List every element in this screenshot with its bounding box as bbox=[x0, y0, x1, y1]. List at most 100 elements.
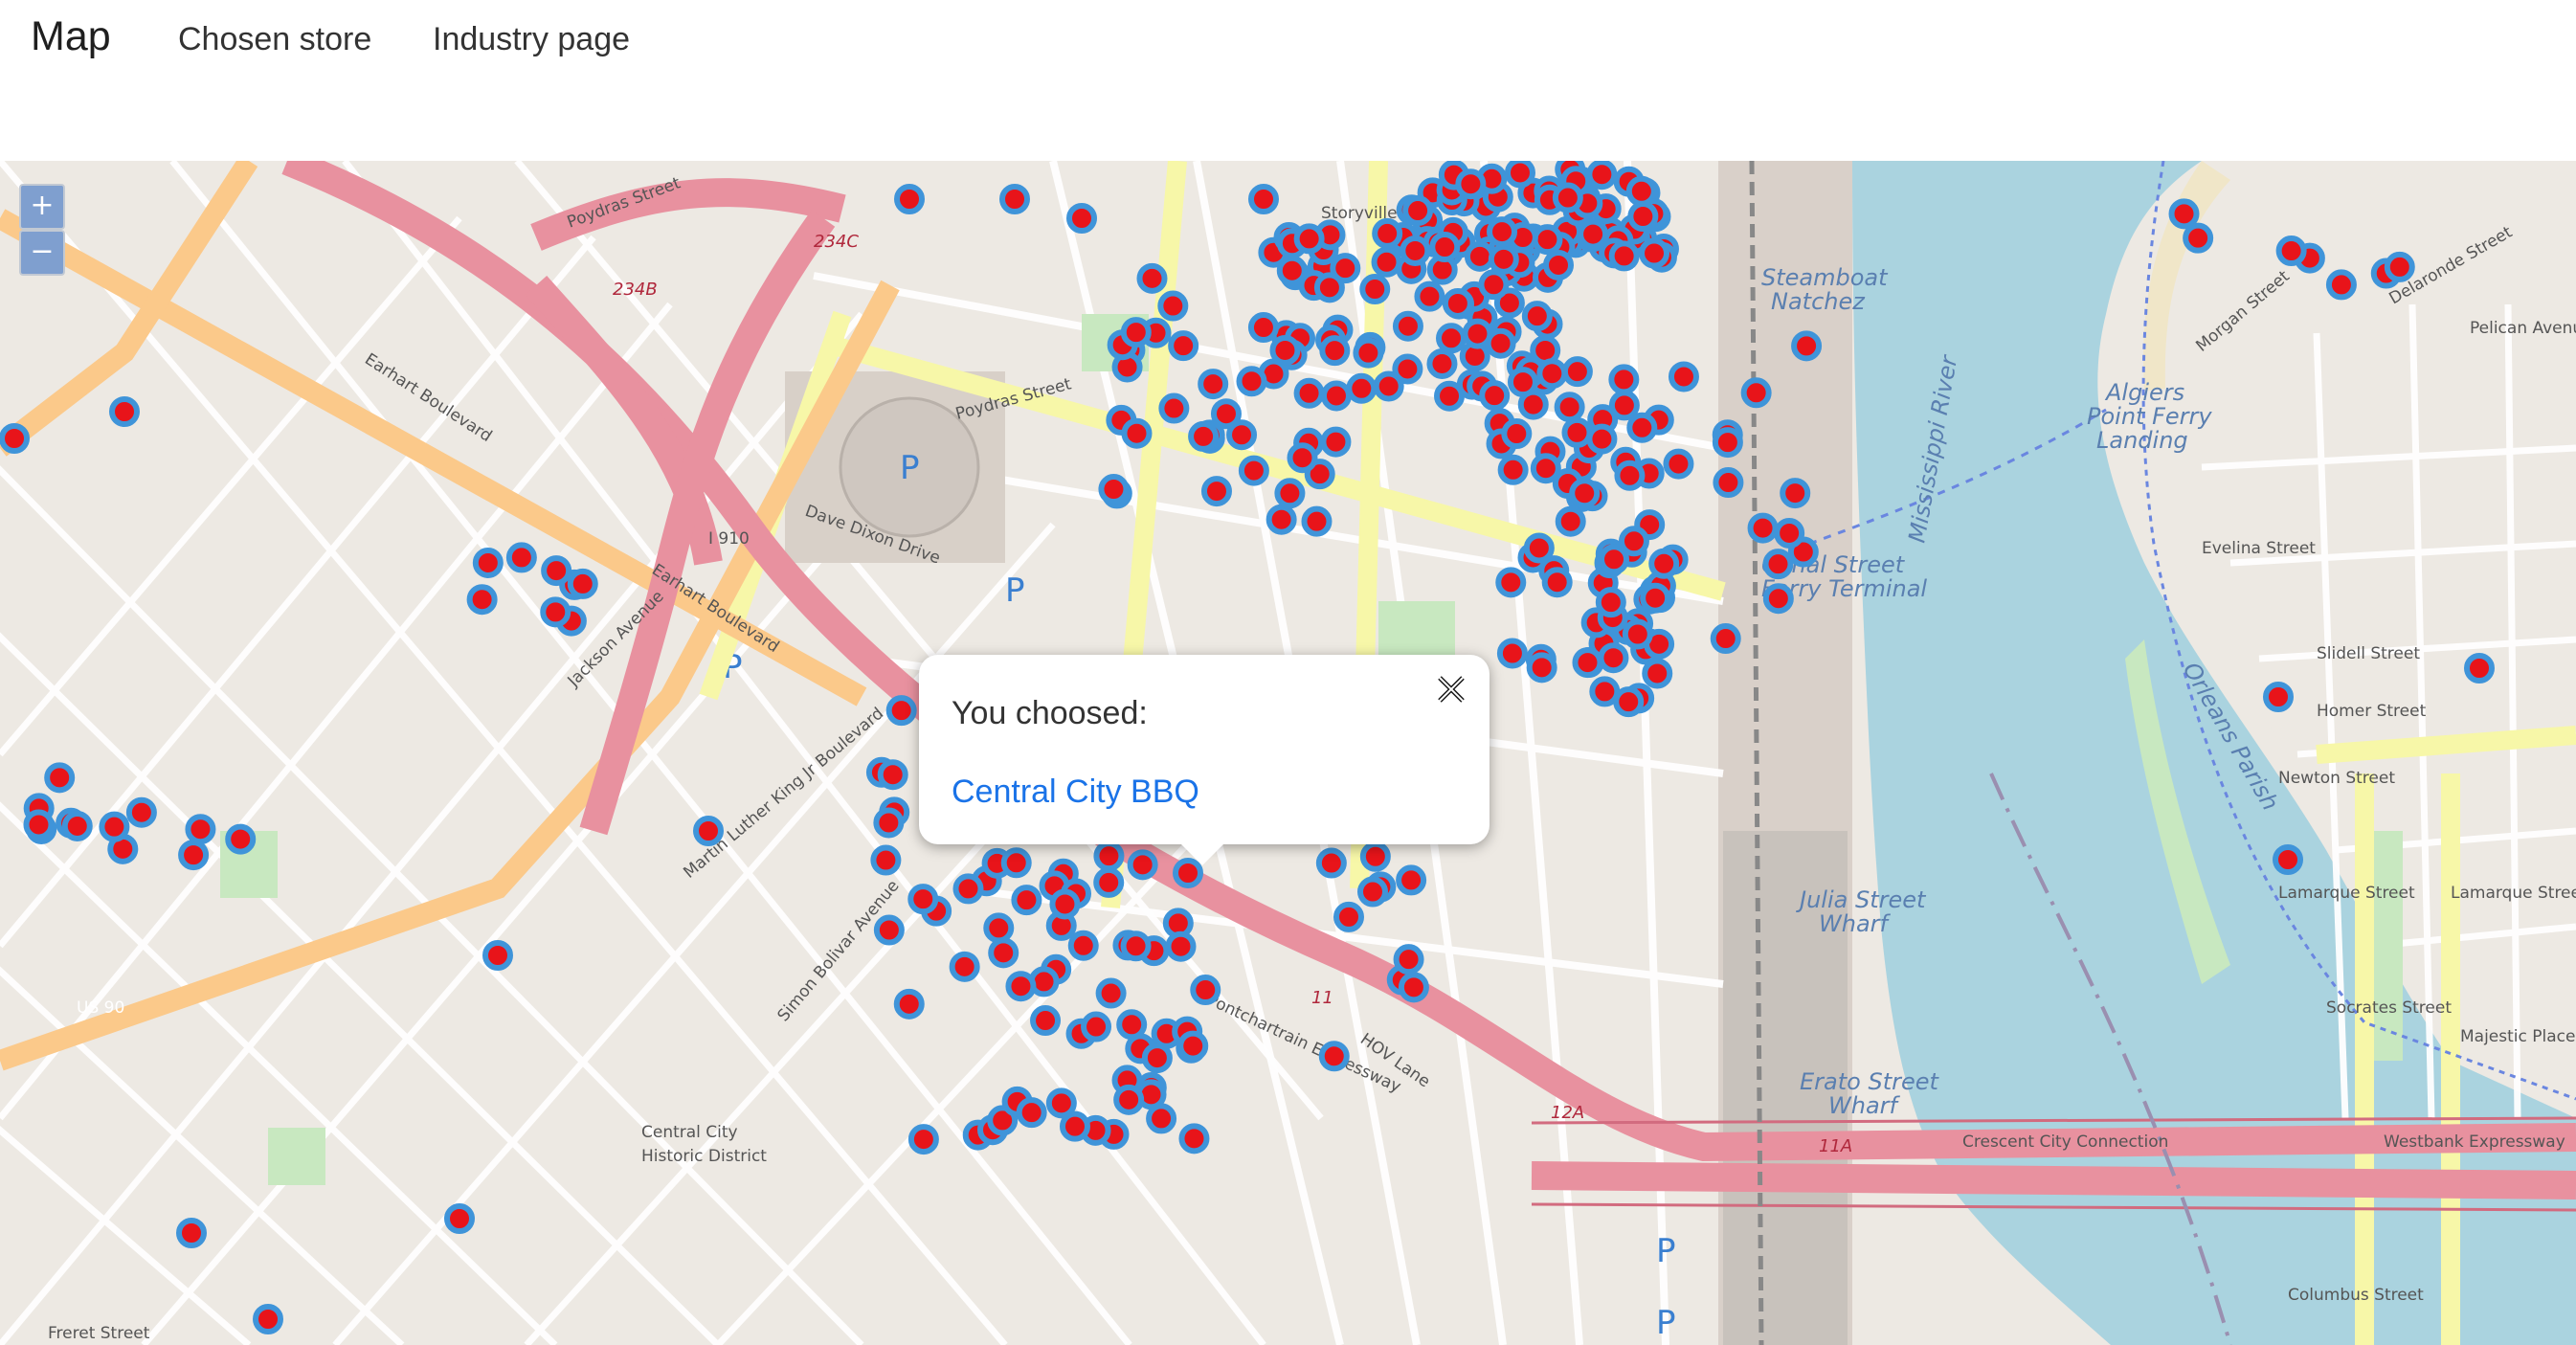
store-marker[interactable] bbox=[1504, 161, 1535, 189]
store-marker[interactable] bbox=[1541, 567, 1573, 598]
store-marker[interactable] bbox=[1059, 1110, 1090, 1142]
store-marker[interactable] bbox=[1414, 280, 1445, 312]
store-marker[interactable] bbox=[1622, 618, 1653, 650]
store-marker[interactable] bbox=[540, 596, 571, 628]
store-marker[interactable] bbox=[1293, 377, 1325, 409]
zoom-out-button[interactable]: − bbox=[19, 230, 65, 276]
store-marker[interactable] bbox=[1555, 505, 1586, 537]
store-marker[interactable] bbox=[1530, 453, 1561, 484]
store-marker[interactable] bbox=[1608, 240, 1640, 272]
store-marker[interactable] bbox=[1740, 377, 1772, 409]
store-marker[interactable] bbox=[1120, 930, 1152, 962]
store-marker[interactable] bbox=[1392, 310, 1423, 342]
store-marker[interactable] bbox=[893, 988, 925, 1020]
store-marker[interactable] bbox=[1398, 972, 1429, 1003]
store-marker[interactable] bbox=[1276, 255, 1308, 286]
store-marker[interactable] bbox=[1127, 849, 1158, 881]
store-marker[interactable] bbox=[1066, 203, 1097, 234]
store-marker[interactable] bbox=[1000, 847, 1032, 879]
store-marker[interactable] bbox=[1501, 418, 1533, 450]
store-marker[interactable] bbox=[1373, 370, 1404, 402]
store-marker[interactable] bbox=[1045, 1087, 1077, 1119]
store-marker[interactable] bbox=[1497, 454, 1529, 485]
store-marker[interactable] bbox=[1626, 412, 1658, 443]
store-marker[interactable] bbox=[1359, 841, 1391, 872]
store-marker[interactable] bbox=[466, 584, 498, 616]
store-marker[interactable] bbox=[1479, 380, 1511, 412]
store-marker[interactable] bbox=[1429, 232, 1461, 263]
store-marker[interactable] bbox=[541, 555, 572, 587]
store-marker[interactable] bbox=[1543, 249, 1575, 280]
store-marker[interactable] bbox=[873, 914, 905, 946]
store-marker[interactable] bbox=[1359, 274, 1391, 305]
store-marker[interactable] bbox=[1586, 423, 1618, 455]
store-marker[interactable] bbox=[225, 823, 257, 855]
store-marker[interactable] bbox=[1168, 330, 1199, 362]
store-marker[interactable] bbox=[1526, 652, 1557, 684]
store-marker[interactable] bbox=[1158, 392, 1190, 424]
store-marker[interactable] bbox=[1011, 885, 1042, 916]
store-marker[interactable] bbox=[1248, 184, 1279, 214]
store-marker[interactable] bbox=[1269, 334, 1301, 366]
store-marker[interactable] bbox=[1190, 975, 1221, 1006]
store-marker[interactable] bbox=[1598, 642, 1629, 674]
store-marker[interactable] bbox=[1532, 224, 1563, 256]
store-marker[interactable] bbox=[1346, 372, 1378, 404]
store-marker[interactable] bbox=[1165, 930, 1197, 962]
store-marker[interactable] bbox=[1640, 582, 1671, 614]
close-icon[interactable] bbox=[1430, 668, 1472, 710]
store-marker[interactable] bbox=[1372, 217, 1403, 249]
store-marker[interactable] bbox=[1747, 512, 1779, 544]
store-marker[interactable] bbox=[1178, 1123, 1210, 1154]
store-marker[interactable] bbox=[1393, 944, 1424, 975]
store-marker[interactable] bbox=[1762, 549, 1794, 580]
store-marker[interactable] bbox=[1552, 182, 1583, 213]
store-marker[interactable] bbox=[1266, 504, 1297, 535]
store-marker[interactable] bbox=[949, 951, 980, 982]
store-marker[interactable] bbox=[185, 814, 216, 845]
store-marker[interactable] bbox=[109, 396, 140, 427]
store-marker[interactable] bbox=[1200, 476, 1232, 507]
store-marker[interactable] bbox=[1780, 478, 1811, 509]
store-marker[interactable] bbox=[2168, 198, 2200, 230]
store-marker[interactable] bbox=[1521, 301, 1553, 332]
store-marker[interactable] bbox=[1067, 930, 1099, 961]
store-marker[interactable] bbox=[505, 542, 537, 573]
store-marker[interactable] bbox=[1561, 356, 1593, 388]
store-marker[interactable] bbox=[1642, 658, 1673, 689]
store-marker[interactable] bbox=[1121, 417, 1153, 449]
store-marker[interactable] bbox=[1712, 427, 1743, 459]
store-marker[interactable] bbox=[1608, 390, 1640, 421]
store-marker[interactable] bbox=[1030, 1005, 1062, 1037]
store-marker[interactable] bbox=[1613, 686, 1645, 718]
store-marker[interactable] bbox=[1049, 888, 1081, 920]
store-marker[interactable] bbox=[907, 884, 939, 915]
store-marker[interactable] bbox=[1455, 168, 1487, 200]
store-marker[interactable] bbox=[1478, 269, 1510, 301]
store-marker[interactable] bbox=[1293, 223, 1325, 255]
store-marker[interactable] bbox=[1488, 243, 1519, 275]
store-marker[interactable] bbox=[1136, 262, 1168, 294]
store-marker[interactable] bbox=[1599, 544, 1630, 575]
store-marker[interactable] bbox=[1356, 876, 1388, 908]
store-marker[interactable] bbox=[472, 547, 504, 578]
store-marker[interactable] bbox=[1333, 901, 1364, 932]
store-marker[interactable] bbox=[1487, 216, 1518, 248]
store-marker[interactable] bbox=[1464, 240, 1495, 272]
store-marker[interactable] bbox=[61, 810, 93, 841]
store-marker[interactable] bbox=[1442, 287, 1473, 319]
store-marker[interactable] bbox=[1353, 337, 1384, 369]
store-marker[interactable] bbox=[1648, 548, 1680, 579]
store-marker[interactable] bbox=[1710, 623, 1741, 655]
store-marker[interactable] bbox=[1436, 323, 1467, 354]
store-marker[interactable] bbox=[1318, 1041, 1350, 1072]
store-marker[interactable] bbox=[1116, 1009, 1148, 1041]
store-marker[interactable] bbox=[1081, 1011, 1112, 1042]
store-marker[interactable] bbox=[952, 873, 984, 905]
store-marker[interactable] bbox=[1536, 358, 1568, 390]
store-marker[interactable] bbox=[1238, 455, 1269, 486]
store-marker[interactable] bbox=[1434, 380, 1466, 412]
store-marker[interactable] bbox=[1595, 587, 1626, 618]
store-marker[interactable] bbox=[1301, 505, 1333, 537]
store-marker[interactable] bbox=[1762, 583, 1794, 615]
